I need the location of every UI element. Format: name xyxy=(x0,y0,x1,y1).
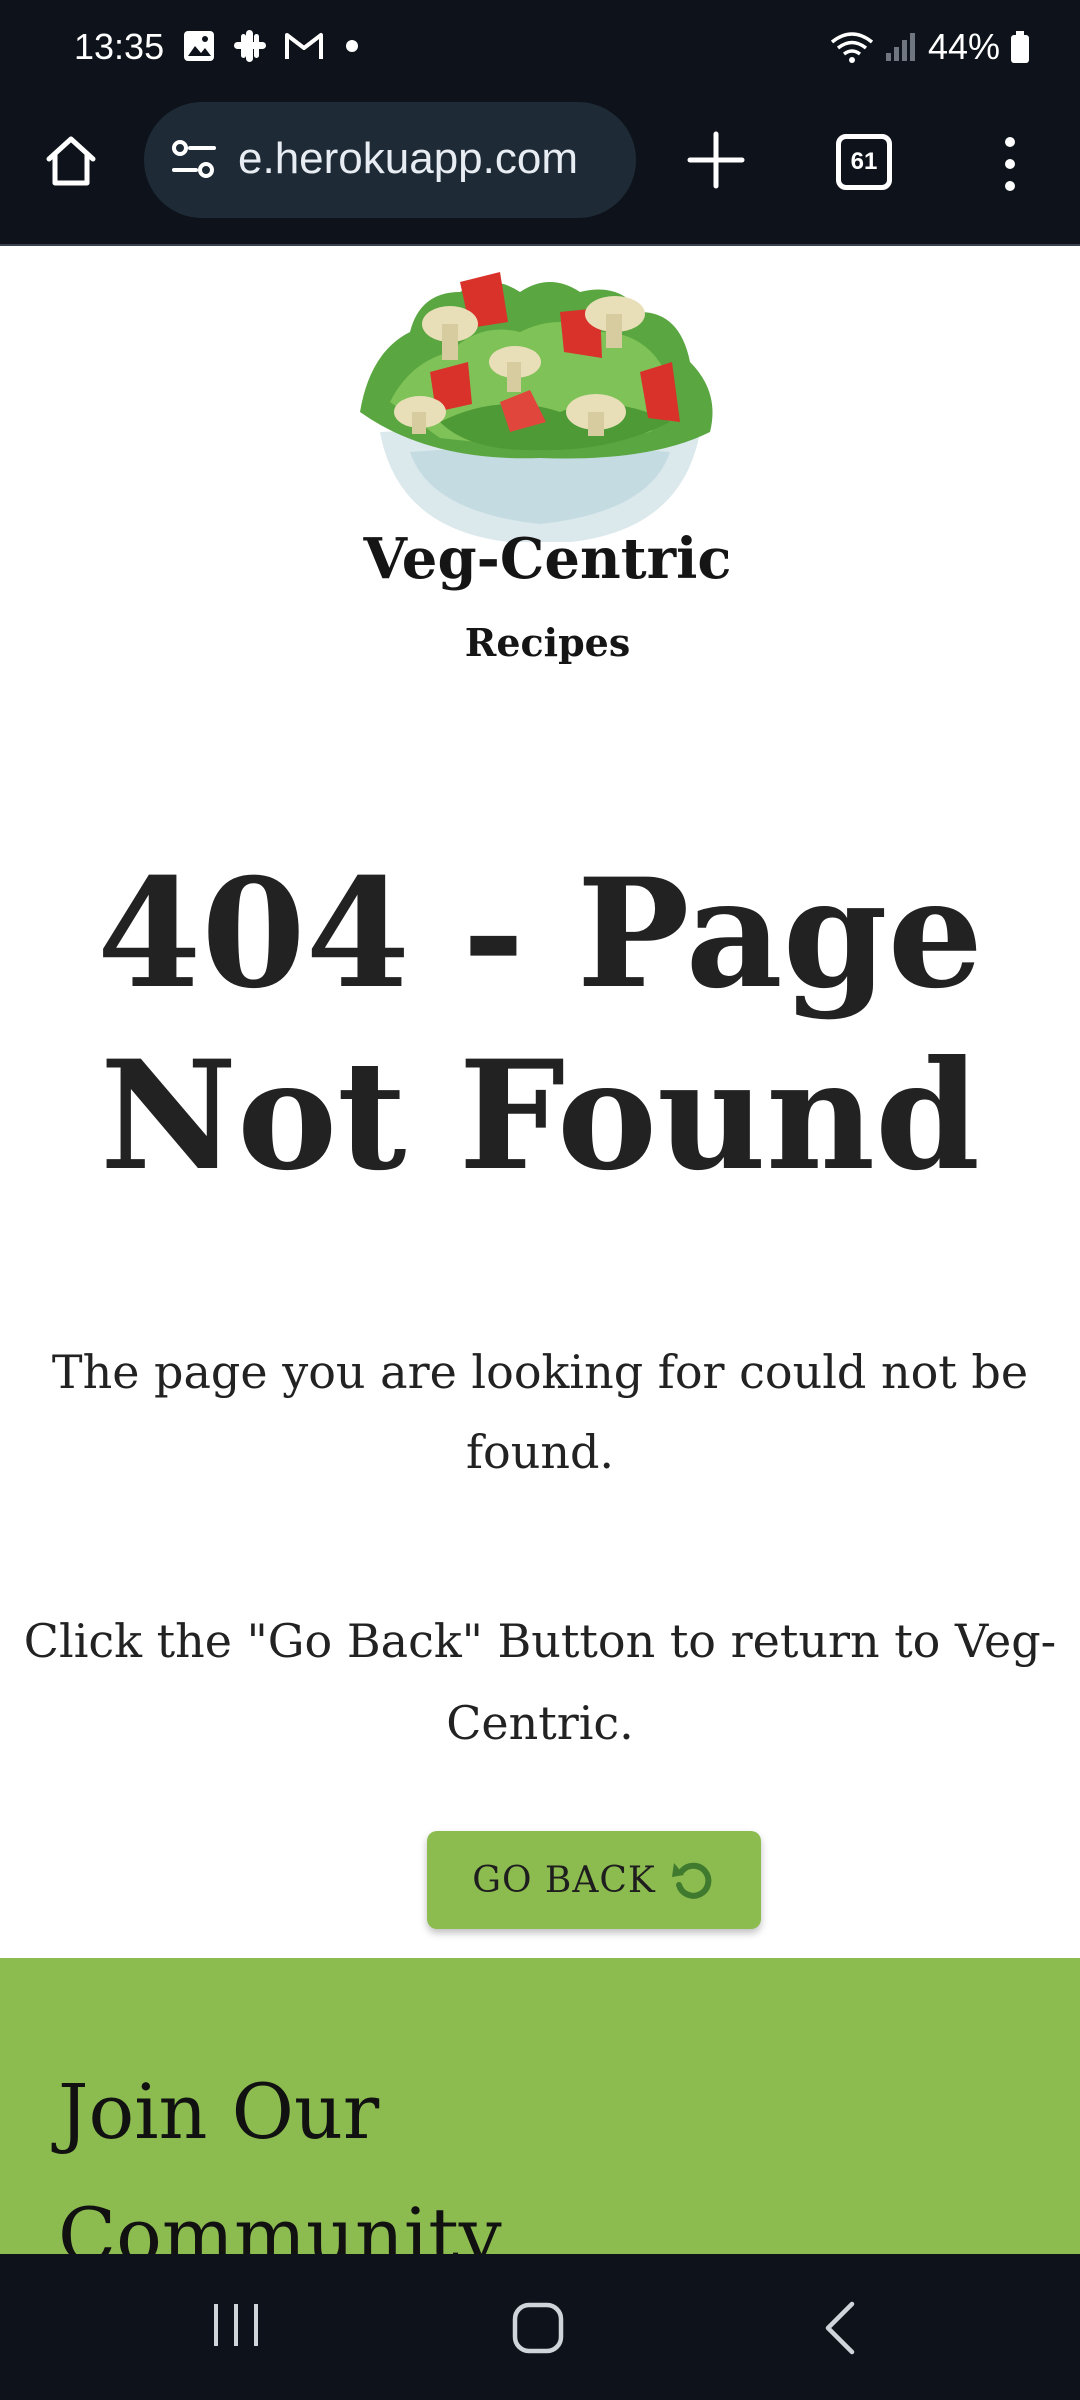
status-time: 13:35 xyxy=(74,26,165,67)
browser-toolbar: e.herokuapp.com 61 xyxy=(0,96,1080,246)
go-back-label: GO BACK xyxy=(472,1859,656,1901)
site-settings-icon[interactable] xyxy=(168,134,220,186)
error-heading: 404 - Page Not Found xyxy=(96,846,984,1204)
url-text: e.herokuapp.com xyxy=(238,134,578,183)
battery-icon xyxy=(1011,31,1029,63)
undo-icon xyxy=(671,1862,712,1899)
page-content: Veg-Centric Recipes 404 - Page Not Found… xyxy=(0,248,1080,2258)
notification-icons xyxy=(182,28,358,64)
tab-switcher-button[interactable]: 61 xyxy=(836,134,892,190)
back-icon[interactable] xyxy=(820,2298,860,2358)
slack-icon xyxy=(234,30,266,62)
signal-icon xyxy=(885,33,915,61)
brand-subtitle: Recipes xyxy=(464,620,631,665)
home-nav-icon[interactable] xyxy=(510,2300,566,2356)
home-icon xyxy=(46,136,96,186)
brand-title: Veg-Centric xyxy=(363,526,732,592)
address-bar[interactable]: e.herokuapp.com xyxy=(144,102,636,218)
status-bar: 13:35 44% xyxy=(0,0,1080,96)
browser-home-button[interactable] xyxy=(36,126,106,196)
error-hint: Click the "Go Back" Button to return to … xyxy=(23,1614,1057,1750)
tab-count: 61 xyxy=(850,148,878,175)
system-icons: 44% xyxy=(830,26,1030,68)
error-message: The page you are looking for could not b… xyxy=(51,1345,1029,1479)
footer: Join Our Community xyxy=(0,1958,1080,2258)
gallery-icon xyxy=(184,31,214,61)
gmail-icon xyxy=(285,33,323,59)
system-nav-bar xyxy=(0,2254,1080,2400)
browser-menu-icon[interactable] xyxy=(990,134,1030,194)
new-tab-button[interactable] xyxy=(680,124,752,196)
recents-icon[interactable] xyxy=(210,2300,262,2350)
wifi-icon xyxy=(830,32,874,63)
go-back-button[interactable]: GO BACK xyxy=(427,1831,761,1929)
footer-title: Join Our Community xyxy=(58,2067,502,2258)
battery-percent: 44% xyxy=(927,26,1000,67)
more-notifications-dot xyxy=(346,40,358,52)
salad-bowl-logo[interactable] xyxy=(350,262,730,542)
